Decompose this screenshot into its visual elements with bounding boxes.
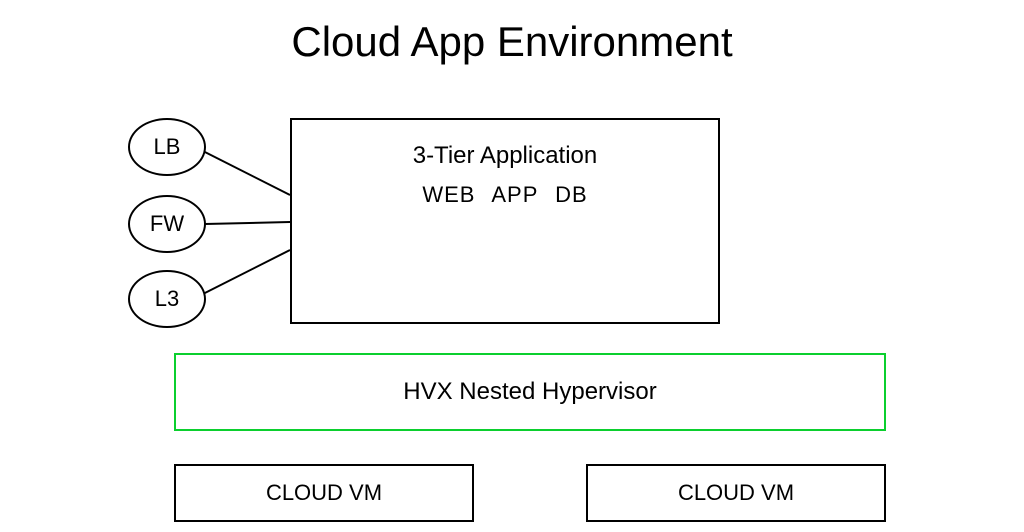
vm-right-label: CLOUD VM <box>678 480 794 506</box>
node-l3-label: L3 <box>155 286 179 312</box>
vm-left-label: CLOUD VM <box>266 480 382 506</box>
node-fw: FW <box>128 195 206 253</box>
node-fw-label: FW <box>150 211 184 237</box>
vm-box-left: CLOUD VM <box>174 464 474 522</box>
node-lb: LB <box>128 118 206 176</box>
node-l3: L3 <box>128 270 206 328</box>
node-lb-label: LB <box>154 134 181 160</box>
hvx-box: HVX Nested Hypervisor <box>174 353 886 431</box>
diagram-title: Cloud App Environment <box>0 18 1024 66</box>
app-box-tiers: WEB APP DB <box>292 182 718 208</box>
app-box: 3-Tier Application WEB APP DB <box>290 118 720 324</box>
vm-box-right: CLOUD VM <box>586 464 886 522</box>
app-box-title: 3-Tier Application <box>292 142 718 170</box>
hvx-label: HVX Nested Hypervisor <box>403 378 656 406</box>
